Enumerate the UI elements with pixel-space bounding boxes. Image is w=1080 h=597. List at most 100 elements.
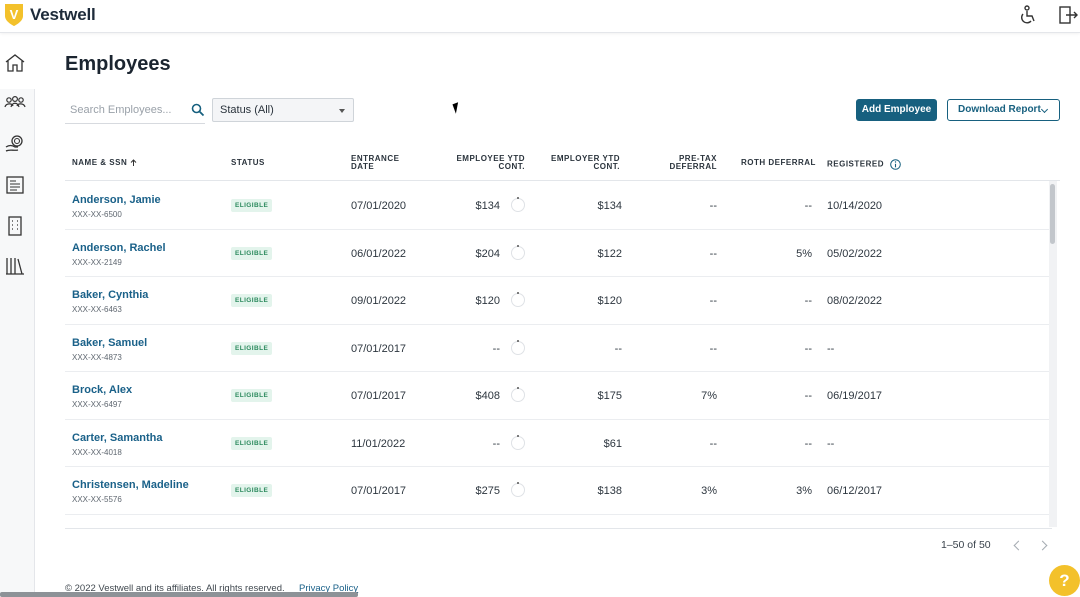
- pretax-deferral: 3%: [701, 485, 717, 497]
- employee-name-link[interactable]: Baker, Cynthia: [72, 289, 148, 301]
- pretax-deferral: --: [709, 200, 717, 212]
- roth-deferral: --: [804, 342, 812, 355]
- status-filter-value: Status (All): [220, 104, 274, 116]
- status-badge: ELIGIBLE: [231, 484, 273, 497]
- table-row[interactable]: Carter, Samantha XXX-XX-4018 ELIGIBLE 11…: [65, 420, 1052, 467]
- table-row[interactable]: Anderson, Jamie XXX-XX-6500 ELIGIBLE 07/…: [65, 182, 1052, 230]
- header-name[interactable]: NAME & SSN: [72, 159, 137, 167]
- registered-date: --: [827, 437, 835, 450]
- registered-date: 05/02/2022: [827, 247, 883, 260]
- library-icon[interactable]: [4, 255, 26, 277]
- registered-date: 10/14/2020: [827, 200, 883, 212]
- page-title: Employees: [65, 53, 171, 75]
- employer-ytd: $61: [603, 437, 622, 450]
- employee-name-link[interactable]: Baker, Samuel: [72, 337, 147, 349]
- employee-ssn: XXX-XX-6500: [72, 210, 122, 219]
- header-employer-ytd: EMPLOYER YTD CONT.: [551, 154, 620, 171]
- chevron-down-icon: [1040, 105, 1049, 114]
- employee-ssn: XXX-XX-5576: [72, 495, 122, 504]
- employee-ytd: $134: [475, 200, 500, 212]
- status-badge: ELIGIBLE: [231, 436, 273, 450]
- contribution-progress-icon: [511, 244, 525, 260]
- help-button[interactable]: ?: [1049, 565, 1080, 596]
- entrance-date: 07/01/2017: [351, 342, 407, 355]
- header-entrance-date: ENTRANCE DATE: [351, 154, 400, 171]
- header-pretax-deferral: PRE-TAX DEFERRAL: [669, 154, 717, 171]
- pagination-range: 1–50 of 50: [941, 539, 991, 551]
- contribution-progress-icon: [511, 434, 525, 450]
- header-roth-deferral: ROTH DEFERRAL: [741, 158, 816, 167]
- table-header: NAME & SSN STATUS ENTRANCE DATE EMPLOYEE …: [65, 143, 1060, 181]
- employee-ytd: $204: [475, 247, 500, 260]
- scrollbar-thumb[interactable]: [1050, 184, 1055, 244]
- status-badge: ELIGIBLE: [231, 246, 273, 260]
- download-report-button[interactable]: Download Report: [947, 99, 1060, 121]
- status-badge: ELIGIBLE: [231, 294, 273, 307]
- entrance-date: 07/01/2017: [351, 390, 407, 402]
- header-employee-ytd: EMPLOYEE YTD CONT.: [456, 154, 525, 171]
- hand-coins-icon[interactable]: [4, 133, 26, 155]
- table-row[interactable]: Brock, Alex XXX-XX-6497 ELIGIBLE 07/01/2…: [65, 372, 1052, 420]
- search-icon[interactable]: [191, 103, 205, 117]
- employee-name-link[interactable]: Brock, Alex: [72, 384, 132, 396]
- employee-name-link[interactable]: Anderson, Jamie: [72, 194, 161, 206]
- header-registered: REGISTERED: [827, 159, 901, 170]
- header-status: STATUS: [231, 158, 265, 167]
- chevron-right-icon[interactable]: [1037, 540, 1048, 551]
- home-icon[interactable]: [4, 52, 26, 74]
- document-icon[interactable]: [4, 174, 26, 196]
- status-badge: ELIGIBLE: [231, 341, 273, 355]
- accessibility-icon[interactable]: [1018, 4, 1040, 26]
- table-body: Anderson, Jamie XXX-XX-6500 ELIGIBLE 07/…: [65, 181, 1052, 529]
- main-content: Employees Search Employees... Status (Al…: [35, 33, 1080, 597]
- employer-ytd: --: [614, 342, 622, 355]
- employee-ytd: $275: [475, 485, 500, 497]
- contribution-progress-icon: [511, 482, 525, 497]
- logo-shield-icon: V: [5, 4, 23, 26]
- pretax-deferral: 7%: [701, 390, 717, 402]
- employee-ytd: --: [492, 437, 500, 450]
- entrance-date: 06/01/2022: [351, 247, 407, 260]
- status-badge: ELIGIBLE: [231, 389, 273, 402]
- download-report-label: Download Report: [958, 104, 1041, 115]
- status-badge: ELIGIBLE: [231, 199, 273, 212]
- pretax-deferral: --: [709, 247, 717, 260]
- logo[interactable]: V Vestwell: [4, 3, 96, 27]
- employer-ytd: $120: [597, 295, 622, 307]
- sort-up-icon: [130, 159, 137, 166]
- horizontal-scrollbar[interactable]: [0, 592, 358, 597]
- contribution-progress-icon: [511, 292, 525, 307]
- table-scrollbar[interactable]: [1049, 181, 1057, 527]
- add-employee-button[interactable]: Add Employee: [856, 99, 937, 121]
- status-filter-select[interactable]: Status (All): [212, 98, 354, 122]
- top-bar: V Vestwell: [0, 0, 1080, 33]
- table-row[interactable]: Baker, Samuel XXX-XX-4873 ELIGIBLE 07/01…: [65, 325, 1052, 372]
- chevron-left-icon[interactable]: [1013, 540, 1024, 551]
- logout-icon[interactable]: [1057, 4, 1079, 26]
- employee-ssn: XXX-XX-4018: [72, 447, 122, 457]
- employee-ssn: XXX-XX-6497: [72, 400, 122, 409]
- employee-ytd: $408: [475, 390, 500, 402]
- entrance-date: 09/01/2022: [351, 295, 407, 307]
- registered-date: 06/19/2017: [827, 390, 883, 402]
- employee-name-link[interactable]: Anderson, Rachel: [72, 242, 166, 254]
- employee-ytd: $120: [475, 295, 500, 307]
- roth-deferral: --: [804, 437, 812, 450]
- table-row[interactable]: Baker, Cynthia XXX-XX-6463 ELIGIBLE 09/0…: [65, 277, 1052, 325]
- building-icon[interactable]: [4, 215, 26, 237]
- pretax-deferral: --: [709, 437, 717, 450]
- employee-ssn: XXX-XX-6463: [72, 305, 122, 314]
- info-icon[interactable]: [889, 159, 901, 170]
- search-input[interactable]: Search Employees...: [65, 98, 205, 124]
- table-row[interactable]: Christensen, Madeline XXX-XX-5576 ELIGIB…: [65, 467, 1052, 515]
- employee-name-link[interactable]: Christensen, Madeline: [72, 479, 189, 491]
- roth-deferral: 5%: [796, 247, 812, 260]
- roth-deferral: --: [804, 295, 812, 307]
- employee-name-link[interactable]: Carter, Samantha: [72, 432, 162, 444]
- table-row[interactable]: Anderson, Rachel XXX-XX-2149 ELIGIBLE 06…: [65, 230, 1052, 277]
- pretax-deferral: --: [709, 295, 717, 307]
- search-placeholder: Search Employees...: [70, 104, 172, 116]
- people-icon[interactable]: [4, 92, 26, 114]
- caret-down-icon: [339, 109, 345, 113]
- sidebar: [0, 33, 35, 597]
